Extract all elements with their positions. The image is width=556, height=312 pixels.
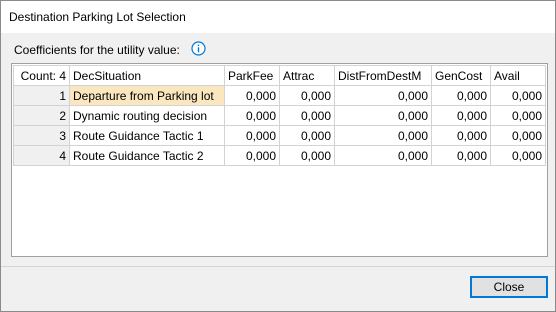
- gencost-cell[interactable]: 0,000: [431, 145, 491, 166]
- avail-cell[interactable]: 0,000: [490, 85, 546, 106]
- distfromdestm-cell[interactable]: 0,000: [334, 145, 432, 166]
- attrac-cell[interactable]: 0,000: [279, 85, 335, 106]
- avail-cell[interactable]: 0,000: [490, 125, 546, 146]
- attrac-cell[interactable]: 0,000: [279, 105, 335, 126]
- title-bar[interactable]: Destination Parking Lot Selection: [1, 1, 555, 33]
- avail-cell[interactable]: 0,000: [490, 105, 546, 126]
- coefficients-table: Count: 4 DecSituation ParkFee Attrac Dis…: [13, 65, 546, 166]
- distfromdestm-cell[interactable]: 0,000: [334, 105, 432, 126]
- parkfee-cell[interactable]: 0,000: [224, 85, 280, 106]
- column-header-avail[interactable]: Avail: [490, 65, 546, 86]
- situation-cell[interactable]: Dynamic routing decision: [69, 105, 225, 126]
- column-header-attrac[interactable]: Attrac: [279, 65, 335, 86]
- row-index[interactable]: 1: [13, 85, 70, 106]
- avail-cell[interactable]: 0,000: [490, 145, 546, 166]
- row-index[interactable]: 3: [13, 125, 70, 146]
- coefficients-label: Coefficients for the utility value:: [14, 43, 180, 57]
- table-row[interactable]: 4 Route Guidance Tactic 2 0,000 0,000 0,…: [13, 145, 546, 166]
- count-header[interactable]: Count: 4: [13, 65, 70, 86]
- column-header-distfromdestm[interactable]: DistFromDestM: [334, 65, 432, 86]
- distfromdestm-cell[interactable]: 0,000: [334, 125, 432, 146]
- footer-divider: [1, 266, 555, 267]
- attrac-cell[interactable]: 0,000: [279, 145, 335, 166]
- header-row: Count: 4 DecSituation ParkFee Attrac Dis…: [13, 65, 546, 86]
- attrac-cell[interactable]: 0,000: [279, 125, 335, 146]
- table-row[interactable]: 1 Departure from Parking lot 0,000 0,000…: [13, 85, 546, 106]
- situation-cell[interactable]: Route Guidance Tactic 2: [69, 145, 225, 166]
- dialog-window: Destination Parking Lot Selection Coeffi…: [0, 0, 556, 312]
- table-row[interactable]: 3 Route Guidance Tactic 1 0,000 0,000 0,…: [13, 125, 546, 146]
- situation-cell[interactable]: Departure from Parking lot: [69, 85, 225, 106]
- gencost-cell[interactable]: 0,000: [431, 105, 491, 126]
- parkfee-cell[interactable]: 0,000: [224, 145, 280, 166]
- situation-cell[interactable]: Route Guidance Tactic 1: [69, 125, 225, 146]
- window-title: Destination Parking Lot Selection: [9, 10, 186, 24]
- column-header-parkfee[interactable]: ParkFee: [224, 65, 280, 86]
- row-index[interactable]: 2: [13, 105, 70, 126]
- coefficients-grid[interactable]: Count: 4 DecSituation ParkFee Attrac Dis…: [11, 63, 548, 257]
- close-button[interactable]: Close: [470, 276, 548, 298]
- table-row[interactable]: 2 Dynamic routing decision 0,000 0,000 0…: [13, 105, 546, 126]
- column-header-gencost[interactable]: GenCost: [431, 65, 491, 86]
- gencost-cell[interactable]: 0,000: [431, 85, 491, 106]
- row-index[interactable]: 4: [13, 145, 70, 166]
- column-header-decsituation[interactable]: DecSituation: [69, 65, 225, 86]
- distfromdestm-cell[interactable]: 0,000: [334, 85, 432, 106]
- gencost-cell[interactable]: 0,000: [431, 125, 491, 146]
- info-icon[interactable]: [191, 41, 206, 56]
- parkfee-cell[interactable]: 0,000: [224, 105, 280, 126]
- parkfee-cell[interactable]: 0,000: [224, 125, 280, 146]
